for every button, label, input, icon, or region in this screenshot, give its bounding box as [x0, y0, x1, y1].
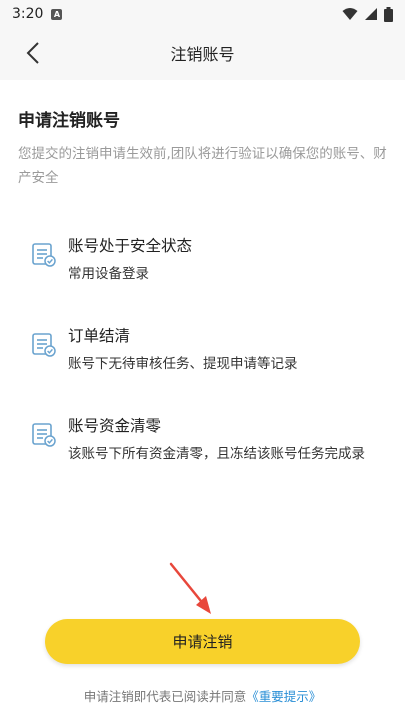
condition-title: 账号处于安全状态	[68, 237, 193, 255]
wifi-icon	[342, 8, 358, 20]
order-check-icon	[32, 333, 56, 357]
status-time: 3:20	[12, 6, 44, 22]
back-button[interactable]	[18, 38, 48, 68]
condition-title: 账号资金清零	[68, 417, 162, 435]
funds-check-icon	[32, 423, 56, 447]
agreement-text: 申请注销即代表已阅读并同意《重要提示》	[0, 686, 405, 705]
section-title: 申请注销账号	[18, 111, 120, 131]
section-description: 您提交的注销申请生效前,团队将进行验证以确保您的账号、财产安全	[18, 146, 387, 186]
status-bar: 3:20 A	[0, 0, 405, 28]
pointer-arrow-icon	[169, 562, 211, 614]
security-check-icon	[32, 243, 56, 267]
important-notice-link[interactable]: 《重要提示》	[246, 689, 321, 704]
apply-cancel-button[interactable]: 申请注销	[45, 619, 360, 664]
nav-bar: 注销账号	[0, 28, 405, 78]
page-title: 注销账号	[170, 45, 235, 64]
chevron-left-icon	[26, 42, 39, 64]
condition-title: 订单结清	[68, 327, 131, 345]
condition-subtitle: 账号下无待审核任务、提现申请等记录	[68, 356, 298, 372]
condition-subtitle: 常用设备登录	[68, 266, 149, 282]
condition-subtitle: 该账号下所有资金清零，且冻结该账号任务完成录	[68, 446, 365, 462]
notification-icon: A	[51, 8, 63, 20]
agreement-prefix: 申请注销即代表已阅读并同意	[83, 689, 247, 704]
battery-icon	[384, 6, 393, 22]
signal-icon	[365, 8, 377, 20]
